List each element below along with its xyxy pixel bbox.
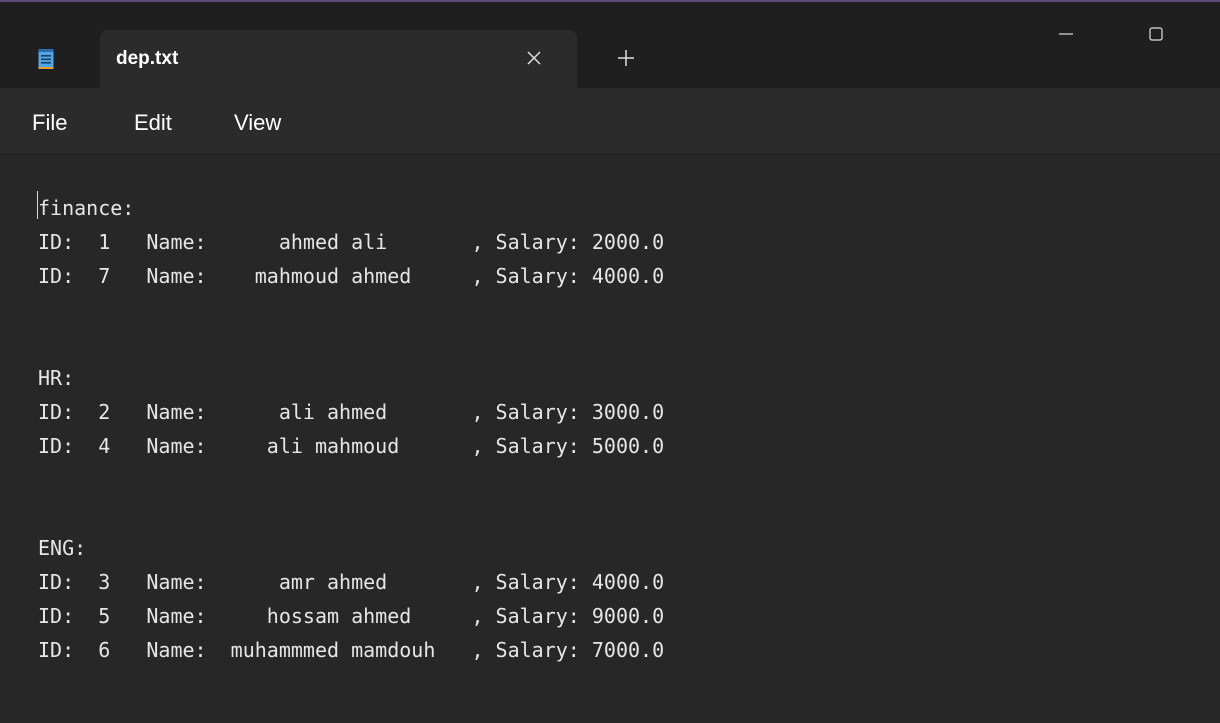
menu-view[interactable]: View — [234, 110, 281, 136]
editor-line: ID: 3 Name: amr ahmed , Salary: 4000.0 — [38, 570, 665, 594]
tab-title: dep.txt — [116, 48, 179, 69]
menu-edit[interactable]: Edit — [134, 110, 172, 136]
editor-line: ID: 2 Name: ali ahmed , Salary: 3000.0 — [38, 400, 665, 424]
menu-file[interactable]: File — [32, 110, 67, 136]
editor-line: ENG: — [38, 536, 87, 560]
close-icon[interactable] — [520, 44, 548, 72]
editor-line: finance: — [38, 196, 135, 220]
editor-lines: finance: ID: 1 Name: ahmed ali , Salary:… — [38, 191, 1208, 667]
title-bar: dep.txt — [0, 0, 1220, 88]
menu-bar: File Edit View — [0, 88, 1220, 155]
notepad-icon — [38, 48, 54, 70]
editor-line: HR: — [38, 366, 75, 390]
editor-line: ID: 4 Name: ali mahmoud , Salary: 5000.0 — [38, 434, 665, 458]
editor-line: ID: 6 Name: muhammmed mamdouh , Salary: … — [38, 638, 665, 662]
minimize-icon[interactable] — [1048, 16, 1084, 52]
notepad-window: dep.txt File Edit View finance: ID: 1 Na… — [0, 0, 1220, 723]
text-editor[interactable]: finance: ID: 1 Name: ahmed ali , Salary:… — [0, 155, 1220, 723]
editor-line: ID: 1 Name: ahmed ali , Salary: 2000.0 — [38, 230, 665, 254]
tab-dep-txt[interactable]: dep.txt — [100, 30, 577, 88]
editor-line: ID: 7 Name: mahmoud ahmed , Salary: 4000… — [38, 264, 665, 288]
editor-line: ID: 5 Name: hossam ahmed , Salary: 9000.… — [38, 604, 665, 628]
plus-icon[interactable] — [612, 44, 640, 72]
maximize-icon[interactable] — [1138, 16, 1174, 52]
